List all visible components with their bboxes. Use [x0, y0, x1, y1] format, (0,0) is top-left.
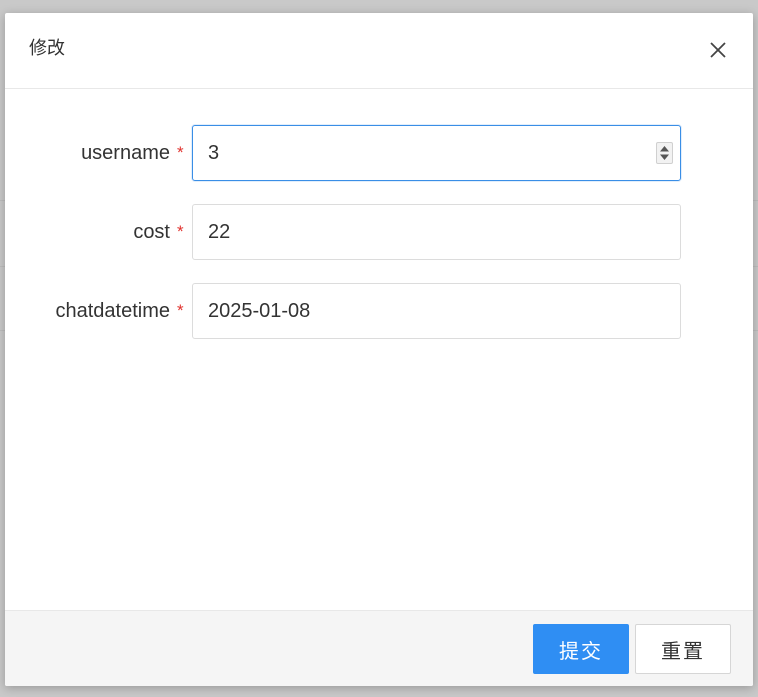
cost-input[interactable] [208, 205, 648, 259]
required-marker: * [177, 143, 184, 162]
dialog-body: username * cost * chatdatetime [5, 90, 753, 610]
dialog-header: 修改 [5, 13, 753, 89]
stepper-arrows-icon [660, 146, 669, 160]
field-label-username: username [81, 141, 170, 164]
dialog-title: 修改 [29, 38, 65, 59]
chatdatetime-field[interactable] [192, 283, 681, 339]
required-marker: * [177, 222, 184, 241]
chatdatetime-input[interactable] [208, 284, 648, 338]
number-stepper[interactable] [656, 142, 673, 164]
username-input[interactable] [208, 126, 648, 180]
submit-button[interactable]: 提交 [533, 624, 629, 674]
reset-button[interactable]: 重置 [635, 624, 731, 674]
required-marker: * [177, 301, 184, 320]
cost-field[interactable] [192, 204, 681, 260]
close-icon [710, 42, 726, 58]
edit-dialog: 修改 username * cost [5, 13, 753, 686]
form-row-cost: cost * [5, 204, 753, 260]
field-label-cost: cost [133, 220, 170, 243]
dialog-footer: 提交 重置 [5, 610, 753, 686]
form-row-username: username * [5, 125, 753, 181]
form-row-chatdatetime: chatdatetime * [5, 283, 753, 339]
close-button[interactable] [705, 37, 731, 63]
field-label-chatdatetime: chatdatetime [55, 299, 170, 322]
username-field[interactable] [192, 125, 681, 181]
